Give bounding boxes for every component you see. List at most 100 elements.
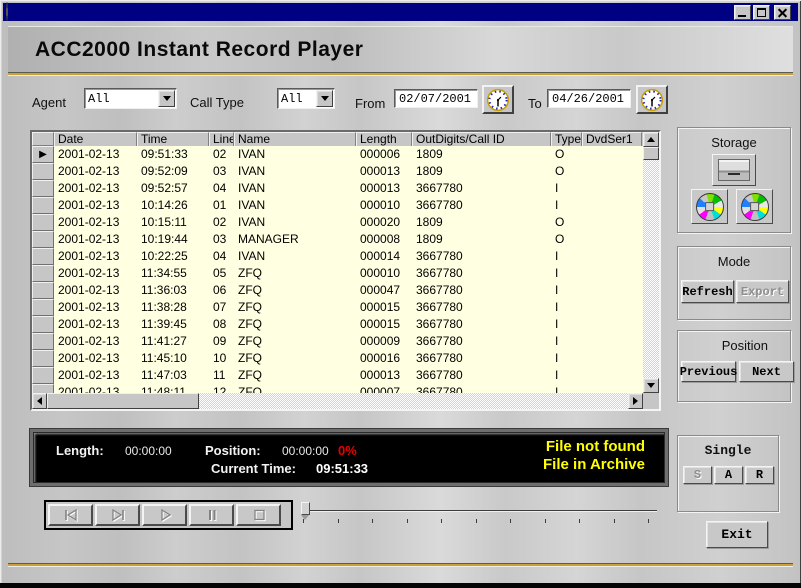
scroll-down-button[interactable] xyxy=(643,378,659,393)
skip-start-button[interactable] xyxy=(48,504,93,526)
column-header[interactable]: Type xyxy=(551,132,582,146)
next-button[interactable]: Next xyxy=(739,361,794,382)
table-cell xyxy=(582,350,642,367)
column-header[interactable]: Line xyxy=(209,132,234,146)
table-cell: 10:19:44 xyxy=(137,231,209,248)
row-selector[interactable]: ▶ xyxy=(32,146,54,163)
to-date-picker-button[interactable] xyxy=(636,85,668,114)
play-button[interactable] xyxy=(142,504,187,526)
single-s-button[interactable]: S xyxy=(683,466,712,484)
single-r-button[interactable]: R xyxy=(745,466,774,484)
slider-tick xyxy=(648,519,649,523)
table-row[interactable]: 2001-02-1310:15:1102IVAN0000201809O xyxy=(32,214,643,231)
horizontal-scrollbar[interactable] xyxy=(32,393,643,409)
scroll-right-button[interactable] xyxy=(628,393,643,409)
agent-label: Agent xyxy=(32,95,66,110)
column-header[interactable]: Time xyxy=(137,132,209,146)
to-label: To xyxy=(528,96,542,111)
row-selector[interactable] xyxy=(32,350,54,367)
row-selector[interactable] xyxy=(32,180,54,197)
maximize-button[interactable] xyxy=(753,5,770,20)
current-time-label: Current Time: xyxy=(211,461,296,476)
row-selector[interactable] xyxy=(32,384,54,393)
table-row[interactable]: 2001-02-1309:52:0903IVAN0000131809O xyxy=(32,163,643,180)
table-row[interactable]: 2001-02-1311:39:4508ZFQ0000153667780I xyxy=(32,316,643,333)
row-selector[interactable] xyxy=(32,163,54,180)
table-cell: 1809 xyxy=(412,163,551,180)
scroll-up-button[interactable] xyxy=(643,132,659,147)
row-selector[interactable] xyxy=(32,282,54,299)
length-value: 00:00:00 xyxy=(125,444,172,458)
row-selector[interactable] xyxy=(32,248,54,265)
to-date-field[interactable]: 04/26/2001 xyxy=(547,89,631,108)
table-cell: 000009 xyxy=(356,333,412,350)
refresh-button[interactable]: Refresh xyxy=(681,280,734,303)
minimize-button[interactable] xyxy=(734,5,751,20)
column-header[interactable]: Date xyxy=(54,132,137,146)
table-cell: 10:15:11 xyxy=(137,214,209,231)
row-selector[interactable] xyxy=(32,214,54,231)
table-row[interactable]: 2001-02-1310:14:2601IVAN0000103667780I xyxy=(32,197,643,214)
row-selector[interactable] xyxy=(32,197,54,214)
table-row[interactable]: 2001-02-1309:52:5704IVAN0000133667780I xyxy=(32,180,643,197)
scroll-left-button[interactable] xyxy=(32,393,47,409)
table-row[interactable]: 2001-02-1311:34:5505ZFQ0000103667780I xyxy=(32,265,643,282)
table-row[interactable]: 2001-02-1311:38:2807ZFQ0000153667780I xyxy=(32,299,643,316)
close-button[interactable] xyxy=(774,5,791,20)
seek-slider-thumb[interactable] xyxy=(301,502,310,515)
call-type-dropdown[interactable]: All xyxy=(277,88,335,109)
table-row[interactable]: ▶2001-02-1309:51:3302IVAN0000061809O xyxy=(32,146,643,163)
mode-panel: Mode Refresh Export xyxy=(677,246,791,320)
storage-drive-button[interactable] xyxy=(712,154,756,186)
column-header[interactable]: DvdSer1 xyxy=(582,132,642,146)
slider-tick xyxy=(338,519,339,523)
exit-button[interactable]: Exit xyxy=(706,521,768,548)
from-date-picker-button[interactable] xyxy=(482,85,514,114)
vertical-scrollbar[interactable] xyxy=(643,132,659,393)
seek-slider-track[interactable] xyxy=(303,510,657,512)
table-row[interactable]: 2001-02-1310:22:2504IVAN0000143667780I xyxy=(32,248,643,265)
row-selector[interactable] xyxy=(32,333,54,350)
table-row[interactable]: 2001-02-1311:45:1010ZFQ0000163667780I xyxy=(32,350,643,367)
from-date-field[interactable]: 02/07/2001 xyxy=(394,89,478,108)
table-row[interactable]: 2001-02-1311:41:2709ZFQ0000093667780I xyxy=(32,333,643,350)
row-selector[interactable] xyxy=(32,316,54,333)
table-cell xyxy=(582,265,642,282)
transport-controls xyxy=(44,500,293,530)
row-selector[interactable] xyxy=(32,299,54,316)
table-cell: 12 xyxy=(209,384,234,393)
column-header[interactable]: Name xyxy=(234,132,356,146)
column-header[interactable]: Length xyxy=(356,132,412,146)
table-cell: ZFQ xyxy=(234,333,356,350)
from-label: From xyxy=(355,96,385,111)
table-row[interactable]: 2001-02-1311:48:1112ZFQ0000073667780I xyxy=(32,384,643,393)
table-cell: 2001-02-13 xyxy=(54,367,137,384)
row-selector[interactable] xyxy=(32,367,54,384)
previous-button[interactable]: Previous xyxy=(681,361,736,382)
table-cell: 2001-02-13 xyxy=(54,350,137,367)
table-row[interactable]: 2001-02-1311:47:0311ZFQ0000133667780I xyxy=(32,367,643,384)
agent-dropdown[interactable]: All xyxy=(84,88,177,109)
column-header[interactable]: OutDigits/Call ID xyxy=(412,132,551,146)
table-row[interactable]: 2001-02-1311:36:0306ZFQ0000473667780I xyxy=(32,282,643,299)
titlebar[interactable] xyxy=(3,3,798,21)
call-type-dropdown-button[interactable] xyxy=(316,90,333,107)
agent-dropdown-button[interactable] xyxy=(158,90,175,107)
table-cell: 3667780 xyxy=(412,333,551,350)
storage-cd-right-button[interactable] xyxy=(736,189,773,224)
storage-cd-left-button[interactable] xyxy=(691,189,728,224)
pause-button[interactable] xyxy=(189,504,234,526)
table-cell: I xyxy=(551,316,582,333)
stop-button[interactable] xyxy=(236,504,281,526)
row-selector[interactable] xyxy=(32,231,54,248)
table-cell: 3667780 xyxy=(412,367,551,384)
vertical-scroll-thumb[interactable] xyxy=(643,147,659,160)
single-a-button[interactable]: A xyxy=(714,466,743,484)
table-row[interactable]: 2001-02-1310:19:4403MANAGER0000081809O xyxy=(32,231,643,248)
table-cell xyxy=(582,367,642,384)
position-value: 00:00:00 xyxy=(282,444,329,458)
export-button[interactable]: Export xyxy=(736,280,789,303)
row-selector[interactable] xyxy=(32,265,54,282)
horizontal-scroll-thumb[interactable] xyxy=(47,393,199,409)
skip-end-button[interactable] xyxy=(95,504,140,526)
